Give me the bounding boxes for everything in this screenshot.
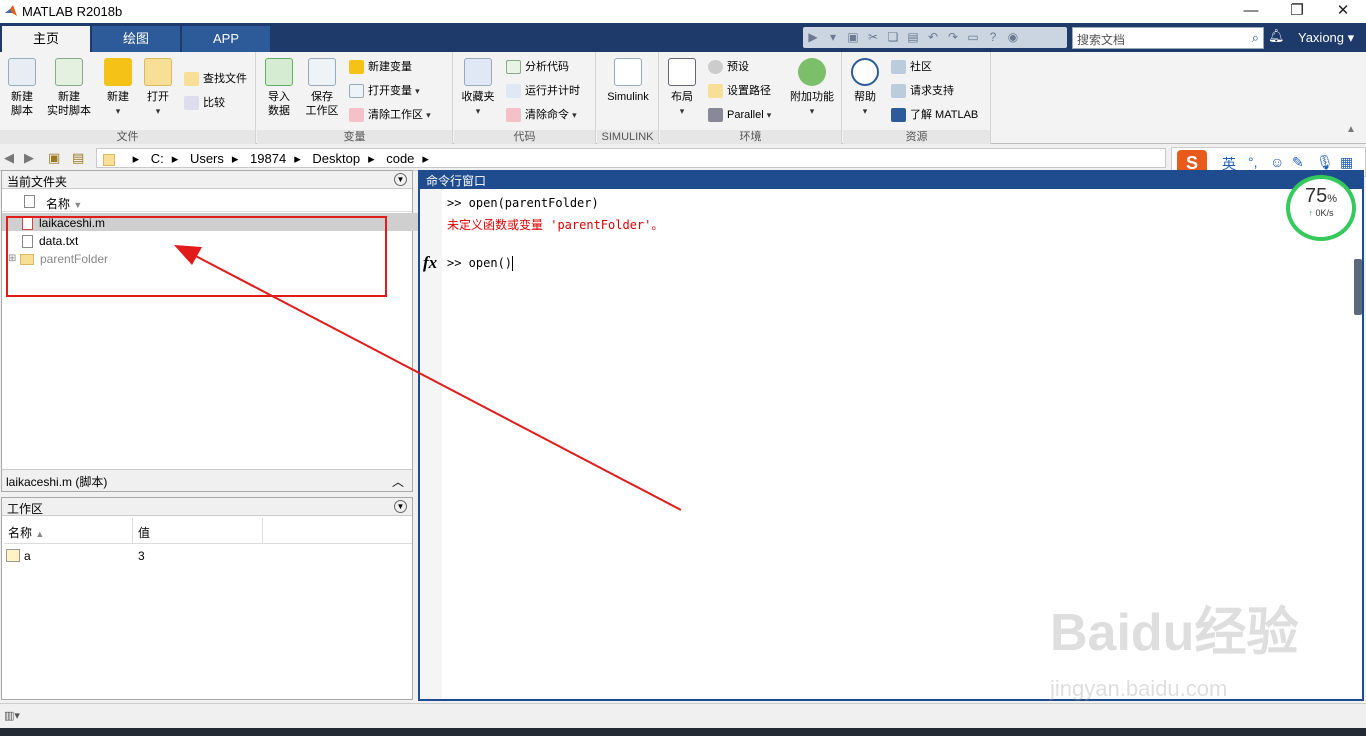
os-taskbar xyxy=(0,728,1366,736)
status-grip-icon[interactable]: ▥▾ xyxy=(4,709,20,722)
watermark: Baidu经验 xyxy=(1050,604,1299,662)
watermark-url: jingyan.baidu.com xyxy=(1050,676,1228,701)
status-bar: ▥▾ xyxy=(0,703,1366,728)
